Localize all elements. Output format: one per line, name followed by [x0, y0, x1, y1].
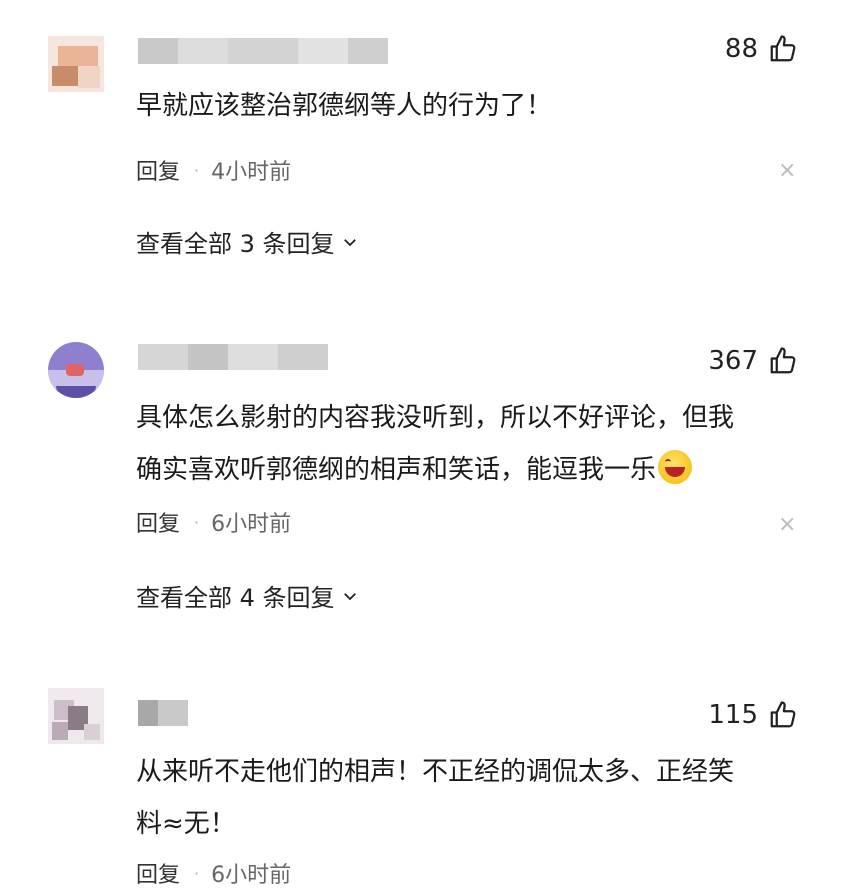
timestamp: 6小时前: [211, 863, 292, 888]
comment-text: 从来听不走他们的相声！不正经的调侃太多、正经笑 料≈无！: [136, 746, 796, 850]
timestamp: 4小时前: [211, 160, 292, 185]
avatar[interactable]: [48, 342, 104, 398]
comment-text-line-2: 料≈无！: [136, 809, 236, 839]
comment-meta: 回复 · 6小时前: [136, 857, 291, 889]
thumbs-up-icon[interactable]: [768, 34, 798, 64]
like-count-value: 367: [708, 346, 758, 376]
comment-text: 早就应该整治郭德纲等人的行为了！: [136, 91, 553, 121]
view-all-replies-link[interactable]: 查看全部 3 条回复: [136, 224, 359, 259]
avatar[interactable]: [48, 688, 104, 744]
view-all-replies-label: 查看全部 3 条回复: [136, 230, 335, 258]
username-blurred[interactable]: [138, 700, 188, 726]
like-count[interactable]: 115: [708, 700, 798, 730]
separator-dot: ·: [194, 512, 200, 532]
view-all-replies-link[interactable]: 查看全部 4 条回复: [136, 578, 359, 613]
reply-button[interactable]: 回复: [136, 506, 180, 538]
like-count-value: 88: [724, 34, 758, 64]
view-all-replies-label: 查看全部 4 条回复: [136, 584, 335, 612]
username-blurred[interactable]: [138, 38, 388, 64]
comment-text: 具体怎么影射的内容我没听到，所以不好评论，但我 确实喜欢听郭德纲的相声和笑话，能…: [136, 392, 796, 496]
like-count-value: 115: [708, 700, 758, 730]
like-count[interactable]: 367: [708, 346, 798, 376]
reply-button[interactable]: 回复: [136, 857, 180, 889]
close-icon[interactable]: ×: [778, 514, 796, 536]
username-blurred[interactable]: [138, 344, 328, 370]
comment-text-line-2: 确实喜欢听郭德纲的相声和笑话，能逗我一乐: [136, 455, 657, 485]
avatar[interactable]: [48, 36, 104, 92]
reply-button[interactable]: 回复: [136, 154, 180, 186]
timestamp: 6小时前: [211, 512, 292, 537]
like-count[interactable]: 88: [725, 34, 798, 64]
laughing-emoji-icon: [658, 450, 693, 484]
comment-text-line-2-wrap: 确实喜欢听郭德纲的相声和笑话，能逗我一乐: [136, 444, 796, 496]
comment-text-line-1: 从来听不走他们的相声！不正经的调侃太多、正经笑: [136, 757, 735, 787]
comment-meta: 回复 · 4小时前: [136, 154, 291, 186]
separator-dot: ·: [194, 160, 200, 180]
comment-meta: 回复 · 6小时前: [136, 506, 291, 538]
chevron-down-icon: [343, 238, 356, 246]
thumbs-up-icon[interactable]: [768, 700, 798, 730]
thumbs-up-icon[interactable]: [768, 346, 798, 376]
chevron-down-icon: [343, 592, 356, 600]
close-icon[interactable]: ×: [778, 160, 796, 182]
comment-text-line-1: 具体怎么影射的内容我没听到，所以不好评论，但我: [136, 403, 735, 433]
separator-dot: ·: [194, 863, 200, 883]
